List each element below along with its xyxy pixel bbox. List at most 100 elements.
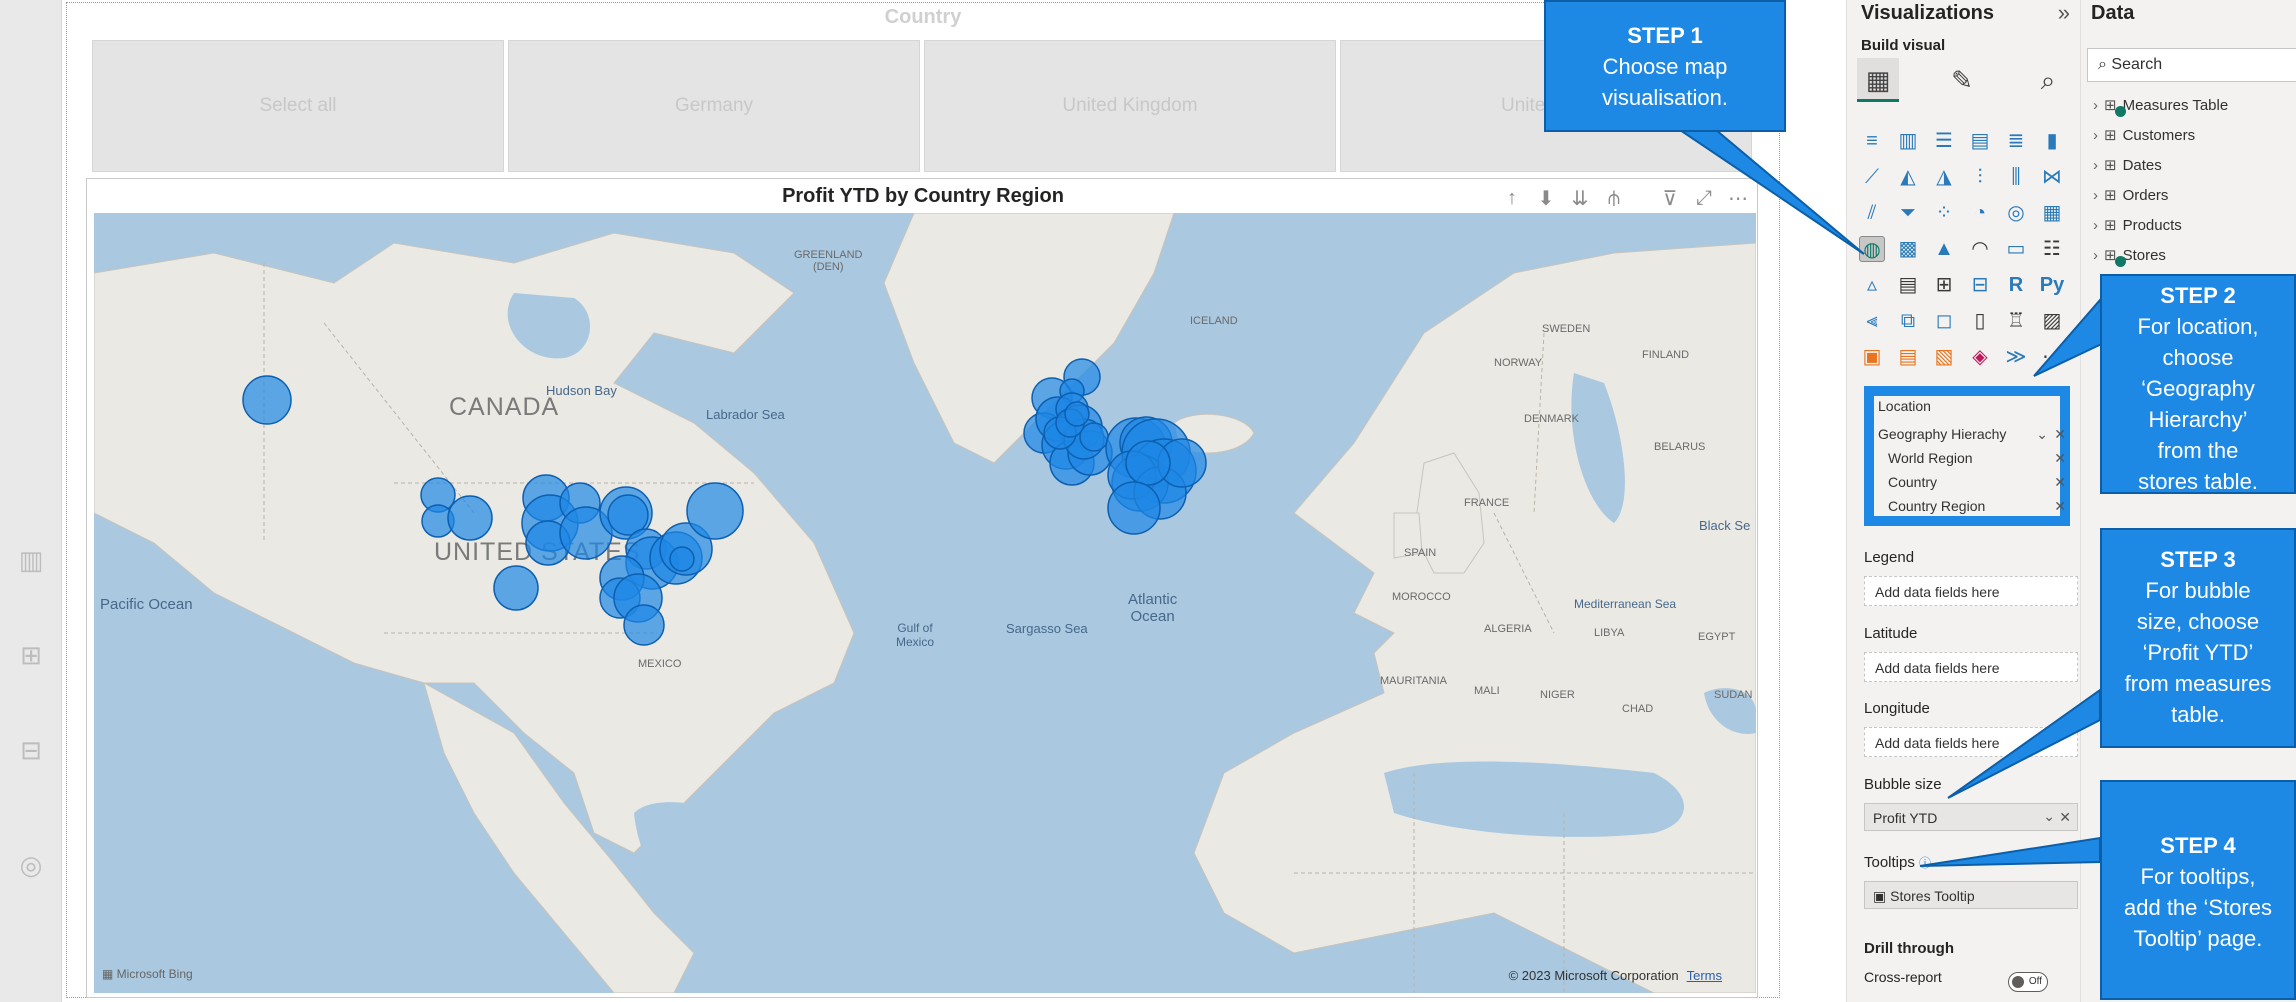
map-canvas[interactable]: CANADA UNITED STATES Hudson Bay Labrador…	[94, 213, 1756, 993]
format-visual-tab-icon[interactable]: ✎	[1941, 58, 1983, 102]
line-chart-icon[interactable]: ⟋	[1859, 164, 1885, 190]
location-field-country[interactable]: Country ✕	[1878, 474, 2066, 490]
drill-up-icon[interactable]: ↑	[1501, 187, 1523, 210]
pie-chart-icon[interactable]: ◔	[1967, 200, 1993, 226]
more-visuals-icon[interactable]: ⋯	[2039, 344, 2065, 370]
python-visual-icon[interactable]: Py	[2039, 272, 2065, 298]
focus-mode-icon[interactable]: ⤢	[1693, 187, 1715, 210]
paginated-report-icon[interactable]: ▨	[2039, 308, 2065, 334]
power-automate-flow-icon[interactable]: ◈	[1967, 344, 1993, 370]
table-icon[interactable]: ⊞	[1931, 272, 1957, 298]
stacked-column-chart-icon[interactable]: ▥	[1895, 128, 1921, 154]
funnel-chart-icon[interactable]: ⏷	[1895, 200, 1921, 226]
azure-map-icon[interactable]: ▲	[1931, 236, 1957, 262]
map-bubble[interactable]	[1125, 440, 1171, 486]
expand-all-icon[interactable]: ⫛	[1603, 187, 1625, 210]
map-bubble[interactable]	[493, 565, 539, 611]
map-bubble[interactable]	[1079, 422, 1109, 452]
r-script-visual-icon[interactable]: R	[2003, 272, 2029, 298]
donut-chart-icon[interactable]: ◎	[2003, 200, 2029, 226]
remove-field-icon[interactable]: ✕	[2054, 450, 2066, 467]
table-dates[interactable]: › ⊞ Dates	[2093, 156, 2162, 174]
stacked-bar-chart-icon[interactable]: ≡	[1859, 128, 1885, 154]
next-level-icon[interactable]: ⇊	[1569, 186, 1591, 211]
model-view-icon[interactable]: ⊟	[16, 735, 46, 765]
latitude-drop-zone[interactable]: Add data fields here	[1864, 652, 2078, 682]
collapse-pane-icon[interactable]: »	[2058, 0, 2070, 26]
slicer-option-select-all[interactable]: Select all	[92, 40, 504, 172]
matrix-icon[interactable]: ⊟	[1967, 272, 1993, 298]
chevron-down-icon[interactable]: ⌄	[2036, 426, 2048, 443]
location-field-geography-hierarchy[interactable]: Geography Hierachy ⌄ ✕	[1878, 426, 2066, 442]
more-options-icon[interactable]: ⋯	[1727, 186, 1749, 211]
filled-map-icon[interactable]: ▩	[1895, 236, 1921, 262]
kpi-icon[interactable]: ▵	[1859, 272, 1885, 298]
stacked-area-chart-icon[interactable]: ◮	[1931, 164, 1957, 190]
fields-tab-icon[interactable]: ▦	[1857, 58, 1899, 102]
location-field-country-region[interactable]: Country Region ✕	[1878, 498, 2066, 514]
map-bubble[interactable]	[447, 495, 493, 541]
remove-field-icon[interactable]: ✕	[2054, 498, 2066, 515]
smart-narrative-icon[interactable]: ▯	[1967, 308, 1993, 334]
table-products[interactable]: › ⊞ Products	[2093, 216, 2182, 234]
slicer-option-united-kingdom[interactable]: United Kingdom	[924, 40, 1336, 172]
bubble-size-field[interactable]: Profit YTD ⌄ ✕	[1864, 803, 2078, 831]
power-apps-icon[interactable]: ▤	[1895, 344, 1921, 370]
table-orders[interactable]: › ⊞ Orders	[2093, 186, 2168, 204]
chevron-right-icon[interactable]: ›	[2093, 247, 2098, 264]
chevron-right-icon[interactable]: ›	[2093, 217, 2098, 234]
card-icon[interactable]: ▭	[2003, 236, 2029, 262]
map-bubble[interactable]	[669, 546, 695, 572]
map-icon[interactable]: ◍	[1859, 236, 1885, 262]
100-stacked-column-chart-icon[interactable]: ▮	[2039, 128, 2065, 154]
decomposition-tree-icon[interactable]: ⧉	[1895, 308, 1921, 334]
treemap-icon[interactable]: ▦	[2039, 200, 2065, 226]
location-well[interactable]: Location Geography Hierachy ⌄ ✕ World Re…	[1864, 386, 2070, 526]
line-and-stacked-column-icon[interactable]: ⫶	[1967, 164, 1993, 190]
area-chart-icon[interactable]: ◭	[1895, 164, 1921, 190]
qa-icon[interactable]: ◻	[1931, 308, 1957, 334]
drill-down-icon[interactable]: ⬇	[1535, 186, 1557, 211]
longitude-drop-zone[interactable]: Add data fields here	[1864, 727, 2078, 757]
custom-visual-icon[interactable]: ≫	[2003, 344, 2029, 370]
slicer-icon[interactable]: ▤	[1895, 272, 1921, 298]
remove-field-icon[interactable]: ✕	[2054, 474, 2066, 491]
terms-link[interactable]: Terms	[1687, 968, 1722, 983]
table-stores[interactable]: › ⊞ Stores	[2093, 246, 2166, 267]
filter-icon[interactable]: ⊽	[1659, 186, 1681, 211]
remove-field-icon[interactable]: ✕	[2059, 809, 2071, 826]
chevron-right-icon[interactable]: ›	[2093, 127, 2098, 144]
map-bubble[interactable]	[623, 604, 665, 646]
metrics-icon[interactable]: ♖	[2003, 308, 2029, 334]
map-visual[interactable]: Profit YTD by Country Region ↑ ⬇ ⇊ ⫛ ⊽ ⤢…	[86, 178, 1758, 998]
table-customers[interactable]: › ⊞ Customers	[2093, 126, 2195, 144]
line-and-clustered-column-icon[interactable]: ⫼	[2003, 164, 2029, 190]
ribbon-chart-icon[interactable]: ⋈	[2039, 164, 2065, 190]
chevron-down-icon[interactable]: ⌄	[2043, 808, 2055, 825]
data-search-input[interactable]: ⌕ Search	[2087, 48, 2296, 82]
map-bubble[interactable]	[1064, 401, 1090, 427]
scatter-chart-icon[interactable]: ⁘	[1931, 200, 1957, 226]
100-stacked-bar-chart-icon[interactable]: ≣	[2003, 128, 2029, 154]
table-view-icon[interactable]: ⊞	[16, 640, 46, 670]
location-field-world-region[interactable]: World Region ✕	[1878, 450, 2066, 466]
gauge-icon[interactable]: ◠	[1967, 236, 1993, 262]
clustered-column-chart-icon[interactable]: ▤	[1967, 128, 1993, 154]
analytics-tab-icon[interactable]: ⌕	[2027, 58, 2069, 102]
tooltips-field[interactable]: ▣ Stores Tooltip	[1864, 881, 2078, 909]
map-bubble[interactable]	[242, 375, 292, 425]
chevron-right-icon[interactable]: ›	[2093, 187, 2098, 204]
power-automate-icon[interactable]: ▧	[1931, 344, 1957, 370]
dax-query-icon[interactable]: ◎	[16, 850, 46, 880]
legend-drop-zone[interactable]: Add data fields here	[1864, 576, 2078, 606]
report-view-icon[interactable]: ▥	[16, 545, 46, 575]
waterfall-chart-icon[interactable]: ⫽	[1859, 200, 1885, 226]
slicer-option-germany[interactable]: Germany	[508, 40, 920, 172]
clustered-bar-chart-icon[interactable]: ☰	[1931, 128, 1957, 154]
info-icon[interactable]: ⓘ	[1919, 856, 1931, 870]
chevron-right-icon[interactable]: ›	[2093, 157, 2098, 174]
cross-report-toggle[interactable]: Off	[2008, 972, 2048, 992]
remove-field-icon[interactable]: ✕	[2054, 426, 2066, 443]
table-measures-table[interactable]: › ⊞ Measures Table	[2093, 96, 2228, 117]
chevron-right-icon[interactable]: ›	[2093, 97, 2098, 114]
